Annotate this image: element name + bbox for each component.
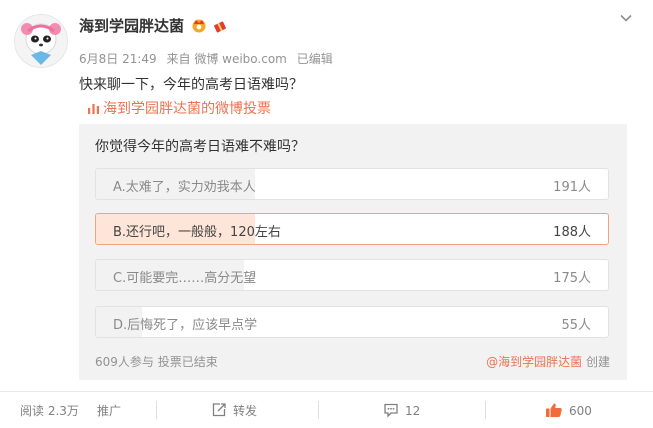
- poll-creator-link[interactable]: @海到学园胖达菌: [486, 355, 582, 369]
- poll-link-label: 海到学园胖达菌的微博投票: [103, 101, 271, 117]
- gift-badge-icon[interactable]: [212, 17, 228, 33]
- promote-button[interactable]: 推广: [97, 402, 121, 419]
- read-count: 阅读 2.3万: [20, 404, 79, 418]
- like-button[interactable]: 600: [545, 402, 592, 418]
- poll-option-a[interactable]: A.太难了，实力劝我本人 191人: [95, 168, 609, 200]
- poll-created-label: 创建: [585, 355, 610, 369]
- separator: [156, 401, 157, 419]
- post-text: 快来聊一下，今年的高考日语难吗？: [79, 77, 303, 93]
- panda-avatar-icon: [15, 15, 67, 67]
- poll-option-b[interactable]: B.还行吧，一般般，120左右 188人: [95, 213, 609, 245]
- comment-button[interactable]: 12: [383, 402, 420, 418]
- post-source: 来自 微博 weibo.com: [166, 52, 287, 66]
- repost-icon: [212, 403, 226, 417]
- poll-card: 你觉得今年的高考日语难不难吗？ A.太难了，实力劝我本人 191人 B.还行吧，…: [79, 124, 627, 380]
- post-date[interactable]: 6月8日 21:49: [79, 52, 157, 66]
- avatar[interactable]: [14, 14, 68, 68]
- post-meta: 6月8日 21:49 来自 微博 weibo.com 已编辑: [79, 50, 339, 67]
- poll-option-count: 188人: [553, 225, 591, 240]
- poll-option-count: 175人: [553, 271, 591, 286]
- repost-label: 转发: [233, 404, 258, 418]
- poll-option-count: 191人: [553, 180, 591, 195]
- poll-option-label: B.还行吧，一般般，120左右: [113, 225, 281, 240]
- thumbs-up-icon: [546, 403, 562, 417]
- poll-option-count: 55人: [561, 318, 591, 333]
- poll-question: 你觉得今年的高考日语难不难吗？: [95, 139, 305, 155]
- edited-label[interactable]: 已编辑: [297, 52, 333, 66]
- bar-chart-icon: [88, 104, 99, 114]
- poll-link[interactable]: 海到学园胖达菌的微博投票: [87, 98, 271, 118]
- comment-icon: [384, 403, 398, 418]
- poll-creator: @海到学园胖达菌 创建: [486, 353, 610, 370]
- poll-stats: 609人参与 投票已结束: [95, 355, 218, 369]
- separator: [318, 401, 319, 419]
- action-bar: 阅读 2.3万 推广 转发 12 600: [0, 392, 653, 428]
- comment-count: 12: [405, 404, 421, 418]
- separator: [485, 401, 486, 419]
- poll-option-c[interactable]: C.可能要完……高分无望 175人: [95, 259, 609, 291]
- poll-option-label: C.可能要完……高分无望: [113, 271, 257, 286]
- author-name[interactable]: 海到学园胖达菌: [79, 15, 184, 36]
- repost-button[interactable]: 转发: [211, 402, 257, 419]
- poll-option-label: A.太难了，实力劝我本人: [113, 180, 256, 195]
- poll-option-d[interactable]: D.后悔死了，应该早点学 55人: [95, 306, 609, 338]
- chevron-down-icon[interactable]: [619, 11, 633, 25]
- poll-option-label: D.后悔死了，应该早点学: [113, 318, 258, 333]
- crown-badge-icon[interactable]: [191, 17, 207, 33]
- like-count: 600: [569, 404, 592, 418]
